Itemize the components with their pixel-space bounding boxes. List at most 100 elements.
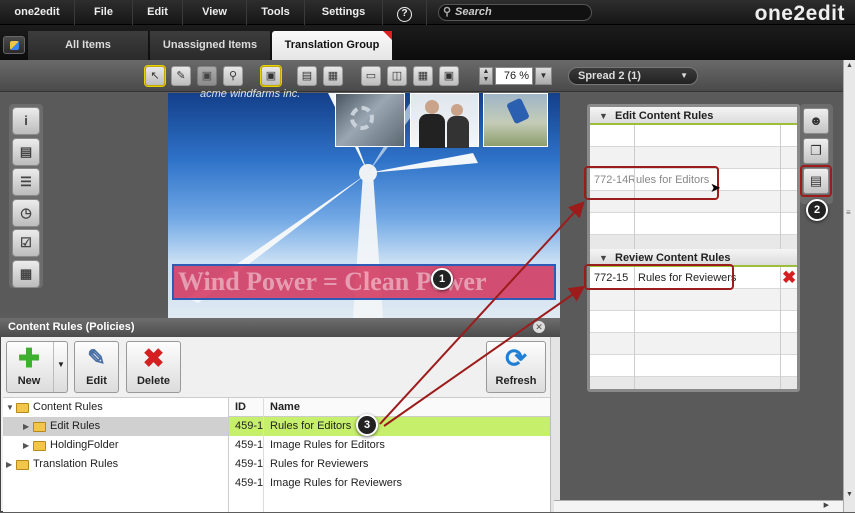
- page-icon: ▭: [365, 70, 377, 82]
- tab-all-items[interactable]: All Items: [28, 31, 149, 60]
- column-header-id[interactable]: ID: [235, 398, 246, 417]
- table-row[interactable]: 459-1 Image Rules for Editors: [229, 436, 550, 455]
- view-spread-button[interactable]: ◫: [387, 66, 407, 86]
- chevron-right-icon: ▶: [6, 460, 13, 469]
- history-button[interactable]: ◷: [12, 199, 40, 227]
- cell-name: Rules for Reviewers: [270, 458, 369, 470]
- new-button[interactable]: ✚ New ▼: [6, 341, 68, 393]
- spread-select[interactable]: Spread 2 (1) ▼: [568, 67, 698, 85]
- edit-label: Edit: [86, 375, 107, 387]
- rules-table: ID Name 459-1 Rules for Editors 459-1 Image…: [228, 397, 550, 512]
- layers-button[interactable]: ☰: [12, 168, 40, 196]
- plus-icon: ✚: [18, 343, 40, 373]
- tree-item-holdingfolder[interactable]: ▶ HoldingFolder: [3, 436, 228, 455]
- text-frame-button[interactable]: ▦: [323, 66, 343, 86]
- table-row[interactable]: 459-1 Image Rules for Reviewers: [229, 474, 550, 493]
- zoom-level-input[interactable]: 76 %: [495, 67, 533, 85]
- person-body: [447, 116, 469, 148]
- delete-button[interactable]: ✖ Delete: [126, 341, 181, 393]
- comment-icon: ▦: [19, 266, 33, 281]
- menu-file[interactable]: File: [75, 0, 133, 25]
- tree-label: Translation Rules: [33, 458, 119, 470]
- table-row[interactable]: 459-1 Rules for Editors: [229, 417, 550, 436]
- tree-label: Content Rules: [33, 401, 103, 413]
- app-switcher-icon: [10, 41, 19, 50]
- image-icon: ▤: [301, 70, 313, 82]
- table-header: ID Name: [229, 398, 550, 417]
- highlight-review-rule: [584, 264, 734, 290]
- chevron-down-icon: ▼: [482, 76, 490, 83]
- frame-tool-button[interactable]: ▣: [197, 66, 217, 86]
- pushpin-photo[interactable]: [483, 93, 548, 147]
- menu-app[interactable]: one2edit: [0, 0, 75, 25]
- cell-id: 459-1: [235, 477, 264, 489]
- tab-translation-group[interactable]: Translation Group: [272, 31, 393, 60]
- copy-button[interactable]: ❐: [803, 138, 829, 164]
- select-tool-button[interactable]: ↖: [145, 66, 165, 86]
- tab-unassigned-items[interactable]: Unassigned Items: [150, 31, 271, 60]
- refresh-button[interactable]: ⟳ Refresh: [486, 341, 546, 393]
- pen-tool-button[interactable]: ✎: [171, 66, 191, 86]
- banner-text-frame[interactable]: Wind Power = Clean Power: [172, 264, 556, 300]
- pages-button[interactable]: ▤: [12, 138, 40, 166]
- cell-name: Image Rules for Reviewers: [270, 477, 403, 489]
- document-header-text: acme windfarms inc.: [200, 88, 301, 100]
- horizontal-scrollbar[interactable]: ▶: [554, 500, 843, 512]
- grid-icon: ▦: [417, 70, 429, 82]
- comments-button[interactable]: ▦: [12, 260, 40, 288]
- column-header-name[interactable]: Name: [270, 398, 300, 417]
- dialog-title: Content Rules (Policies): [0, 318, 560, 337]
- view-grid-button[interactable]: ▦: [413, 66, 433, 86]
- folder-icon: [16, 460, 29, 470]
- content-rules-panel: ▼ Edit Content Rules 772-14 Rules for Edit…: [587, 104, 800, 392]
- menu-tools[interactable]: Tools: [247, 0, 305, 25]
- app-switcher-button[interactable]: [3, 36, 25, 54]
- edit-rules-header[interactable]: ▼ Edit Content Rules: [590, 107, 797, 125]
- close-button[interactable]: ✕: [533, 321, 545, 333]
- cell-id: 459-1: [235, 420, 264, 432]
- info-button[interactable]: i: [12, 107, 40, 135]
- edit-document-icon: ✎: [87, 345, 106, 370]
- zoom-dropdown-button[interactable]: ▼: [535, 67, 552, 85]
- tasks-button[interactable]: ☑: [12, 229, 40, 257]
- column-divider: [780, 267, 781, 389]
- dialog-scrollbar[interactable]: [550, 337, 560, 512]
- callout-1: 1: [431, 268, 453, 290]
- rules-panel-button[interactable]: ☻: [803, 108, 829, 134]
- callout-3: 3: [356, 414, 378, 436]
- menu-edit[interactable]: Edit: [133, 0, 183, 25]
- cursor-icon: ↖: [150, 70, 160, 82]
- edit-button[interactable]: ✎ Edit: [74, 341, 119, 393]
- view-single-button[interactable]: ▭: [361, 66, 381, 86]
- chevron-right-icon: ▶: [823, 502, 829, 509]
- zoom-tool-button[interactable]: ⚲: [223, 66, 243, 86]
- businessmen-photo[interactable]: [410, 93, 479, 148]
- tree-item-translation-rules[interactable]: ▶ Translation Rules: [3, 455, 228, 474]
- list-item: [590, 355, 797, 377]
- view-fit-button[interactable]: ▣: [439, 66, 459, 86]
- tree-item-edit-rules[interactable]: ▶ Edit Rules: [3, 417, 228, 436]
- person-head: [451, 104, 463, 116]
- table-row[interactable]: 459-1 Rules for Reviewers: [229, 455, 550, 474]
- menu-view[interactable]: View: [183, 0, 247, 25]
- close-icon: ✕: [535, 322, 543, 332]
- help-button[interactable]: ?: [383, 0, 427, 25]
- refresh-icon: ⟳: [505, 343, 527, 373]
- mouse-pointer-icon: ➤: [710, 180, 721, 195]
- pencil-icon: ✎: [176, 70, 186, 82]
- delete-rule-icon[interactable]: ✖: [782, 267, 796, 289]
- menu-settings[interactable]: Settings: [305, 0, 383, 25]
- zoom-stepper[interactable]: ▲ ▼: [479, 67, 493, 85]
- tree-label: HoldingFolder: [50, 439, 119, 451]
- image-tool-button[interactable]: ▤: [297, 66, 317, 86]
- search-input[interactable]: ⚲ Search: [438, 4, 592, 21]
- help-icon: ?: [397, 7, 412, 22]
- gears-photo[interactable]: [335, 93, 405, 147]
- vertical-scrollbar[interactable]: ▲ ≡ ▼: [843, 60, 855, 512]
- tree-item-content-rules[interactable]: ▼ Content Rules: [3, 398, 228, 417]
- comment-tool-button[interactable]: ▣: [261, 66, 281, 86]
- highlight-edit-rule: [584, 166, 719, 200]
- callout-2: 2: [806, 199, 828, 221]
- chevron-down-icon[interactable]: ▼: [57, 360, 65, 369]
- chevron-up-icon: ▲: [482, 68, 490, 75]
